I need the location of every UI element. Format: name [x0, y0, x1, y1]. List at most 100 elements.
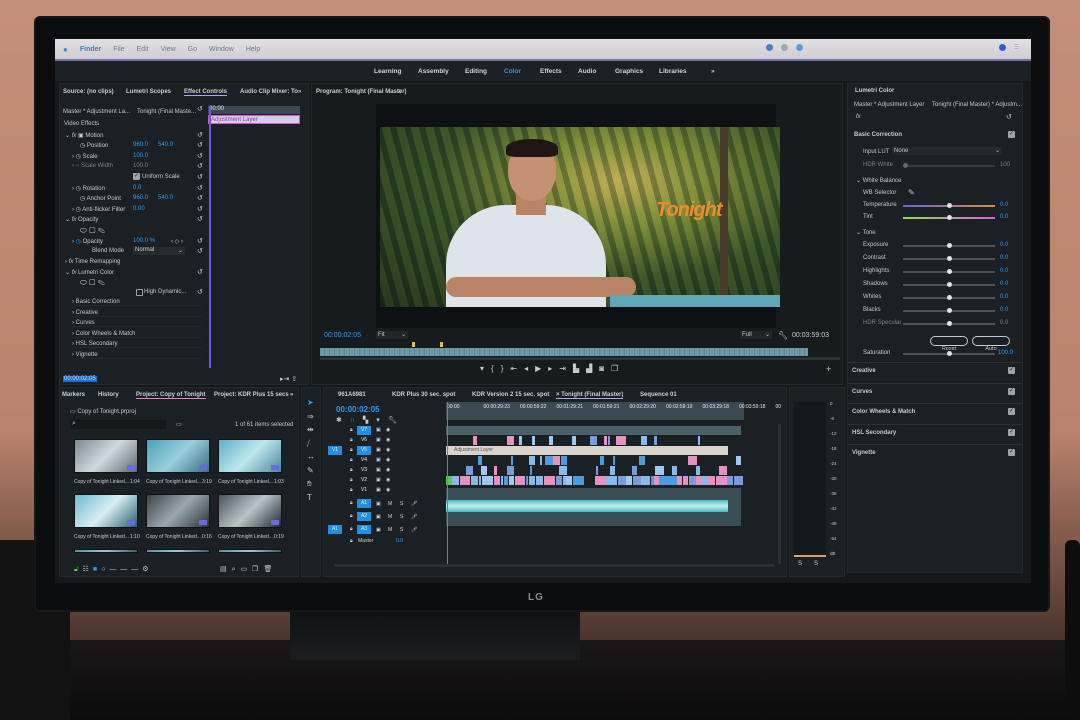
eye-icon[interactable]: ◉ [386, 447, 390, 453]
lumetri-sequence[interactable]: Tonight (Final Master) * Adjustm... [932, 102, 1022, 108]
tab-markers[interactable]: Markers [62, 392, 85, 398]
go-to-out-icon[interactable]: ⇥ [559, 364, 573, 373]
input-lut-dropdown[interactable]: None ⌄ [892, 147, 1002, 155]
video-clip[interactable] [506, 436, 515, 445]
reset-icon[interactable]: ↺ [197, 184, 203, 192]
clip-thumbnail[interactable] [74, 439, 138, 473]
program-monitor-title[interactable]: Program: Tonight (Final Master) [316, 89, 407, 95]
workspaces-more[interactable]: » [711, 68, 715, 75]
workspace-effects[interactable]: Effects [540, 68, 562, 75]
video-clip[interactable] [572, 476, 584, 485]
slider-value[interactable]: 0.0 [1000, 242, 1008, 248]
sync-lock-icon[interactable]: ▣ [376, 437, 381, 443]
pen-tool-icon[interactable]: ✎ [307, 464, 317, 478]
video-clip[interactable] [543, 476, 552, 485]
tab-project-copy-of-tonight[interactable]: Project: Copy of Tonight [136, 392, 206, 399]
track-target-a3[interactable]: A3 [357, 525, 371, 534]
fit-dropdown[interactable]: Fit ⌄ [376, 331, 408, 339]
sync-lock-icon[interactable]: ▣ [376, 427, 381, 433]
video-clip[interactable] [473, 436, 477, 445]
tint-slider[interactable] [903, 215, 995, 220]
section-enable-checkbox[interactable]: ✓ [1008, 387, 1015, 395]
contrast-slider[interactable] [903, 256, 995, 261]
keyframe-nav[interactable]: ‹ ◇ › [171, 238, 183, 245]
solo-right-button[interactable]: S [814, 561, 818, 567]
video-clip[interactable] [606, 476, 618, 485]
video-clip[interactable] [639, 456, 646, 465]
marker[interactable] [440, 342, 443, 347]
video-clip[interactable] [673, 476, 677, 485]
lumetri-title[interactable]: Lumetri Color [855, 88, 894, 94]
video-clip[interactable] [696, 466, 701, 475]
mask-tools[interactable]: ⬭ ▢ ✎ [80, 226, 105, 236]
find-icon[interactable]: ⌕ [232, 566, 241, 573]
reset-icon[interactable]: ↺ [197, 288, 203, 296]
temperature-slider[interactable] [903, 203, 995, 208]
lumetri-section-heading[interactable]: Vignette [852, 450, 876, 456]
highlights-slider[interactable] [903, 269, 995, 274]
slider-knob[interactable] [946, 321, 952, 326]
solo-button[interactable]: S [400, 527, 403, 533]
mute-button[interactable]: M [388, 527, 392, 533]
slider-knob[interactable] [946, 243, 952, 248]
video-clip[interactable] [532, 436, 536, 445]
solo-left-button[interactable]: S [798, 561, 802, 567]
reset-icon[interactable]: ↺ [197, 105, 203, 113]
add-marker-icon[interactable]: ▾ [376, 417, 388, 424]
video-clip[interactable] [561, 456, 568, 465]
track-lock-icon[interactable]: 🔒︎ [350, 457, 353, 463]
position-x[interactable]: 960.0 [133, 142, 148, 148]
lumetri-color-effect[interactable]: ⌄ fx Lumetri Color [65, 269, 114, 276]
slider-knob[interactable] [946, 256, 952, 261]
lift-icon[interactable]: ▙ [573, 364, 586, 373]
video-clip[interactable] [558, 466, 568, 475]
video-clip[interactable] [696, 476, 702, 485]
timeline-playhead[interactable] [447, 402, 448, 567]
basic-correction-checkbox[interactable]: ✓ [1008, 131, 1015, 138]
source-patch-v1[interactable]: V1 [328, 446, 342, 455]
antiflicker-value[interactable]: 0.00 [133, 206, 145, 212]
reset-icon[interactable]: ↺ [197, 152, 203, 160]
reset-icon[interactable]: ↺ [1006, 113, 1012, 121]
track-target-v7[interactable]: V7 [357, 426, 371, 435]
video-clip[interactable] [603, 436, 607, 445]
solo-button[interactable]: S [400, 514, 403, 520]
blacks-slider[interactable] [903, 308, 995, 313]
tab-effect-controls[interactable]: Effect Controls [184, 89, 228, 96]
lumetri-mask-tools[interactable]: ⬭ ▢ ✎ [80, 278, 105, 288]
new-item-icon[interactable]: ❐ [252, 566, 263, 573]
tab-history[interactable]: History [98, 392, 119, 398]
video-clip[interactable] [707, 476, 716, 485]
menu-window[interactable]: Window [209, 46, 234, 53]
eyedropper-icon[interactable]: ✎ [908, 188, 915, 197]
slider-value[interactable]: 0.0 [1000, 214, 1008, 220]
tabs-more[interactable]: » [298, 89, 301, 95]
clip-thumbnail[interactable] [218, 494, 282, 528]
mic-icon[interactable]: 🎤︎ [411, 514, 417, 520]
track-lock-icon[interactable]: 🔒︎ [350, 447, 353, 453]
ripple-edit-tool-icon[interactable]: ⇹ [307, 423, 317, 437]
rotation-value[interactable]: 0.0 [133, 185, 141, 191]
video-clip[interactable] [451, 476, 460, 485]
selection-tool-icon[interactable]: ➤ [307, 396, 317, 410]
slider-value[interactable]: 0.0 [1000, 281, 1008, 287]
menu-view[interactable]: View [161, 46, 176, 53]
sync-lock-icon[interactable]: ▣ [376, 527, 381, 533]
hdr-specular-slider[interactable] [903, 321, 995, 326]
rect-mask-icon[interactable]: ▢ [89, 226, 95, 235]
video-clip[interactable] [514, 476, 526, 485]
video-clip[interactable] [555, 476, 563, 485]
blend-mode-dropdown[interactable]: Normal ⌄ [133, 247, 185, 255]
adjustment-layer-clip[interactable]: Adjustment Layer [208, 115, 300, 124]
export-frame-icon[interactable]: ◙ [599, 364, 611, 373]
tab-project-kdr-plus[interactable]: Project: KDR Plus 15 secs [214, 392, 289, 398]
video-clip[interactable] [481, 466, 488, 475]
video-clip[interactable] [553, 456, 561, 465]
lock-icon[interactable]: 🔓︎ [74, 566, 83, 573]
step-forward-icon[interactable]: ▸ [548, 364, 559, 373]
track-target-v6[interactable]: V6 [357, 436, 371, 445]
track-target-a1[interactable]: A1 [357, 499, 371, 508]
reset-icon[interactable]: ↺ [197, 162, 203, 170]
video-clip[interactable] [654, 466, 665, 475]
video-clip[interactable] [687, 456, 697, 465]
